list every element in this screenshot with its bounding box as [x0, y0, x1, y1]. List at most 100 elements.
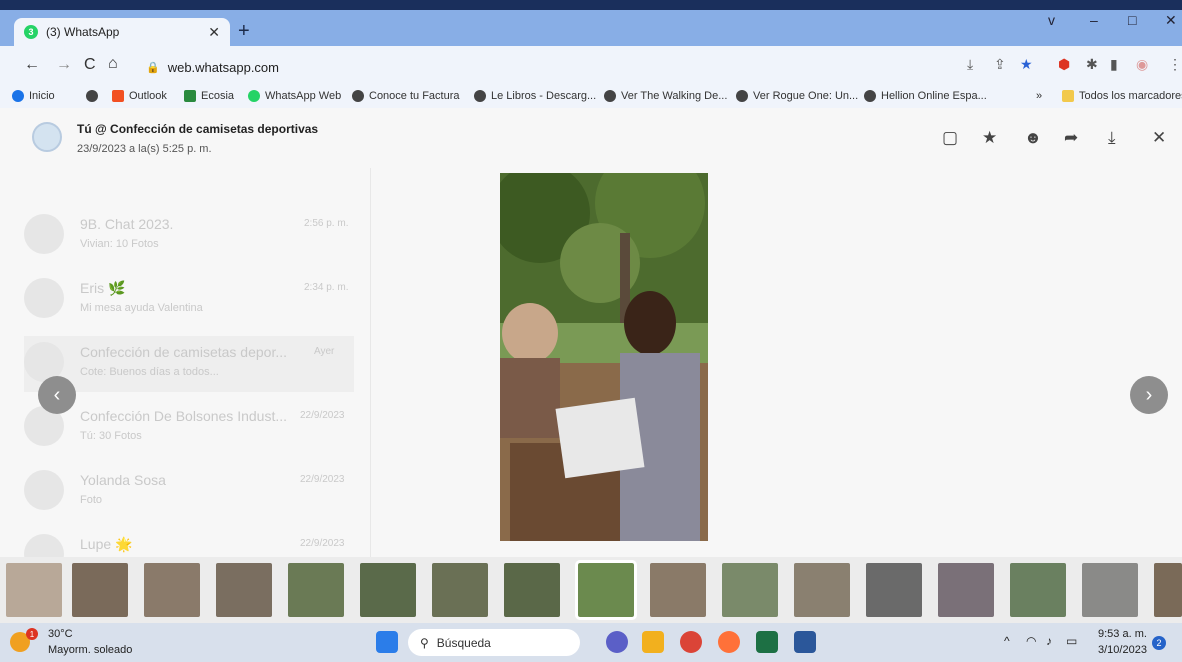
- close-viewer-icon[interactable]: ✕: [1152, 128, 1166, 148]
- bookmark-inicio[interactable]: Inicio: [12, 90, 55, 102]
- bookmark-rogue-one[interactable]: Ver Rogue One: Un...: [736, 90, 858, 102]
- side-panel-icon[interactable]: ▮: [1110, 56, 1118, 73]
- thumbnail[interactable]: [866, 563, 922, 617]
- temperature: 30°C: [48, 628, 73, 640]
- thumbnail[interactable]: [650, 563, 706, 617]
- install-icon[interactable]: ⤓: [967, 56, 973, 73]
- bookmark-star-icon[interactable]: ★: [1020, 56, 1033, 73]
- bookmark-walking-dead[interactable]: Ver The Walking De...: [604, 90, 727, 102]
- maximize-button[interactable]: □: [1128, 12, 1136, 28]
- chat-row[interactable]: Confección De Bolsones Indust... Tú: 30 …: [24, 400, 354, 456]
- word-icon[interactable]: [794, 631, 816, 653]
- close-window-button[interactable]: ✕: [1165, 12, 1177, 29]
- profile-avatar[interactable]: ◉: [1136, 56, 1148, 73]
- previous-button[interactable]: ‹: [38, 376, 76, 414]
- main-photo: [500, 173, 708, 541]
- windows-start-icon[interactable]: [376, 631, 398, 653]
- whatsapp-favicon-icon: 3: [24, 25, 38, 39]
- thumbnail[interactable]: [144, 563, 200, 617]
- thumbnail[interactable]: [1154, 563, 1182, 617]
- folder-icon: [1062, 90, 1074, 102]
- clock-time[interactable]: 9:53 a. m.: [1098, 628, 1147, 640]
- thumbnail[interactable]: [1082, 563, 1138, 617]
- chat-app-icon[interactable]: [606, 631, 628, 653]
- new-tab-button[interactable]: +: [238, 20, 250, 43]
- taskbar-search[interactable]: ⚲ Búsqueda: [408, 629, 580, 656]
- next-button[interactable]: ›: [1130, 376, 1168, 414]
- chat-row[interactable]: Yolanda Sosa Foto 22/9/2023: [24, 464, 354, 520]
- bookmark-outlook[interactable]: Outlook: [112, 90, 167, 102]
- microsoft-icon: [112, 90, 124, 102]
- go-to-message-icon[interactable]: ▢: [942, 128, 958, 148]
- globe-icon: [736, 90, 748, 102]
- back-button[interactable]: ←: [24, 56, 40, 74]
- firefox-icon[interactable]: [718, 631, 740, 653]
- thumbnail[interactable]: [216, 563, 272, 617]
- chat-row[interactable]: Eris 🌿 Mi mesa ayuda Valentina 2:34 p. m…: [24, 272, 354, 328]
- clock-date[interactable]: 3/10/2023: [1098, 644, 1147, 656]
- forward-button[interactable]: →: [56, 56, 72, 74]
- bookmark-ecosia[interactable]: Ecosia: [184, 90, 234, 102]
- group-avatar[interactable]: [32, 122, 62, 152]
- title-strip: [0, 0, 1182, 10]
- thumbnail[interactable]: [938, 563, 994, 617]
- thumbnail[interactable]: [360, 563, 416, 617]
- thumbnail[interactable]: [72, 563, 128, 617]
- adblock-icon[interactable]: ⬢: [1058, 56, 1070, 73]
- battery-icon[interactable]: ▭: [1066, 634, 1077, 648]
- chat-row[interactable]: Confección de camisetas depor... Cote: B…: [24, 336, 354, 392]
- tab-close-icon[interactable]: ✕: [208, 24, 220, 41]
- avatar: [24, 278, 64, 318]
- address-bar[interactable]: 🔒 web.whatsapp.com: [136, 52, 1051, 82]
- bookmark-whatsapp-web[interactable]: WhatsApp Web: [248, 90, 341, 102]
- bookmarks-overflow-button[interactable]: »: [1036, 90, 1042, 102]
- volume-icon[interactable]: ♪: [1046, 634, 1052, 648]
- extensions-icon[interactable]: ✱: [1086, 56, 1098, 73]
- thumbnail[interactable]: [1010, 563, 1066, 617]
- bookmark-conoce-tu-factura[interactable]: Conoce tu Factura: [352, 90, 460, 102]
- thumbnail-selected[interactable]: [575, 560, 637, 620]
- tray-chevron-icon[interactable]: ^: [1004, 634, 1010, 648]
- thumbnail-strip: [0, 557, 1182, 623]
- thumbnail[interactable]: [794, 563, 850, 617]
- globe-icon: [474, 90, 486, 102]
- bookmark-todos-marcadores[interactable]: Todos los marcadores: [1062, 90, 1182, 102]
- avatar: [24, 470, 64, 510]
- avatar: [24, 214, 64, 254]
- bookmark-le-libros[interactable]: Le Libros - Descarg...: [474, 90, 596, 102]
- download-icon[interactable]: ⤓: [1108, 128, 1116, 148]
- excel-icon[interactable]: [756, 631, 778, 653]
- weather-condition: Mayorm. soleado: [48, 644, 133, 656]
- globe-icon: [864, 90, 876, 102]
- notification-badge[interactable]: 2: [1152, 636, 1166, 650]
- thumbnail[interactable]: [504, 563, 560, 617]
- chrome-icon[interactable]: [680, 631, 702, 653]
- lock-icon: 🔒: [146, 61, 160, 74]
- tab-title: (3) WhatsApp: [46, 25, 120, 39]
- thumbnail[interactable]: [6, 563, 62, 617]
- react-emoji-icon[interactable]: ☻: [1024, 128, 1042, 148]
- forward-icon[interactable]: ➦: [1064, 128, 1078, 148]
- home-button[interactable]: ⌂: [108, 55, 118, 73]
- panel-divider: [370, 168, 371, 623]
- photo-image: [500, 173, 708, 541]
- whatsapp-icon: [248, 90, 260, 102]
- globe-bookmark[interactable]: [86, 90, 98, 102]
- tab-search-icon[interactable]: v: [1048, 12, 1055, 28]
- search-icon: ⚲: [420, 635, 429, 650]
- share-icon[interactable]: ⇪: [994, 56, 1006, 73]
- thumbnail[interactable]: [432, 563, 488, 617]
- file-explorer-icon[interactable]: [642, 631, 664, 653]
- thumbnail[interactable]: [288, 563, 344, 617]
- reload-button[interactable]: C: [84, 56, 96, 74]
- minimize-button[interactable]: –: [1090, 12, 1098, 28]
- chat-row[interactable]: 9B. Chat 2023. Vivian: 10 Fotos 2:56 p. …: [24, 208, 354, 264]
- globe-icon: [604, 90, 616, 102]
- thumbnail[interactable]: [722, 563, 778, 617]
- wifi-icon[interactable]: ◠: [1026, 634, 1036, 648]
- bookmark-hellion[interactable]: Hellion Online Espa...: [864, 90, 987, 102]
- star-icon[interactable]: ★: [982, 128, 997, 148]
- tab-whatsapp[interactable]: 3 (3) WhatsApp ✕: [14, 18, 230, 46]
- menu-icon[interactable]: ⋮: [1168, 56, 1182, 73]
- screen: 3 (3) WhatsApp ✕ + v – □ ✕ ← → C ⌂ 🔒 web…: [0, 0, 1182, 662]
